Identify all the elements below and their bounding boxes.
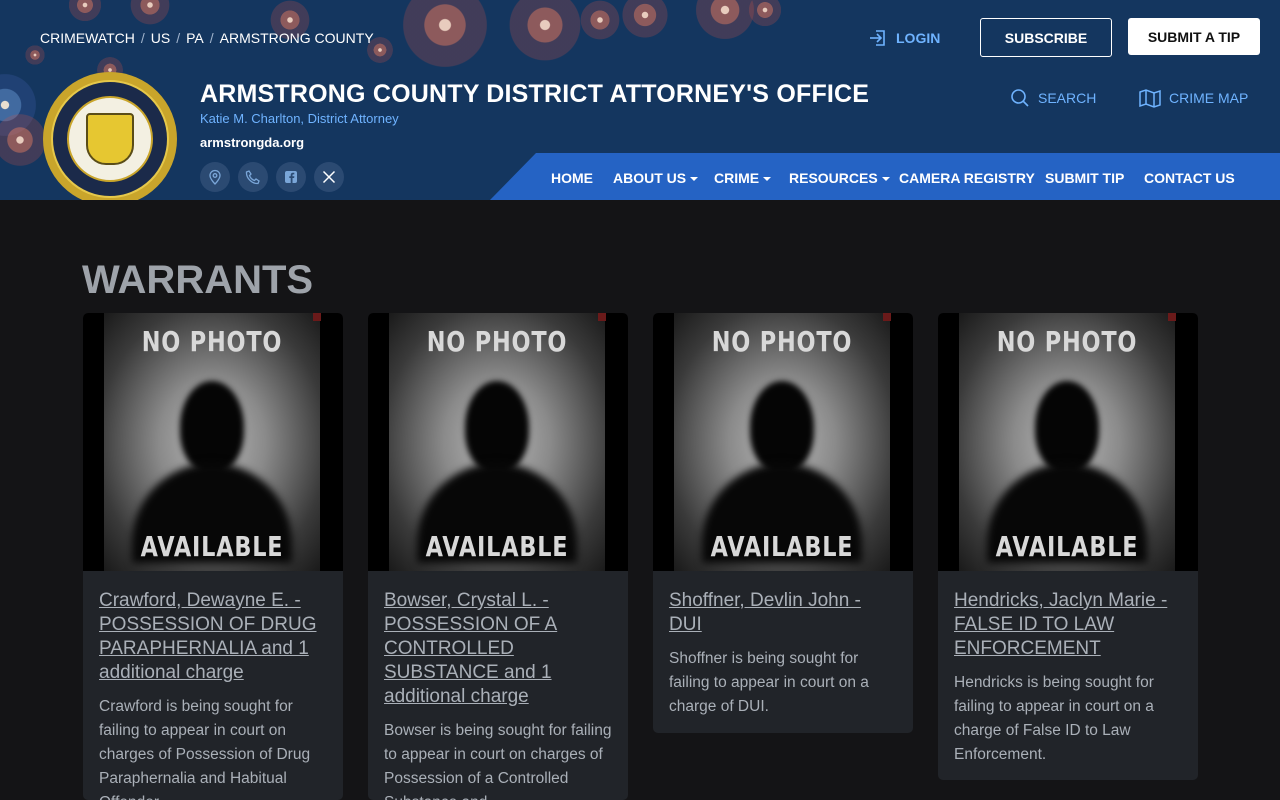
chevron-down-icon — [763, 177, 772, 182]
social-links — [200, 162, 344, 192]
search-label: SEARCH — [1038, 90, 1097, 106]
breadcrumb-separator: / — [140, 30, 145, 46]
login-icon — [870, 30, 885, 46]
warrant-card: NO PHOTO AVAILABLE Shoffner, Devlin John… — [653, 313, 913, 733]
available-text: AVAILABLE — [995, 530, 1139, 563]
close-icon[interactable] — [598, 313, 606, 321]
site-url[interactable]: armstrongda.org — [200, 135, 304, 150]
main-nav: HOME ABOUT US CRIME RESOURCES CAMERA REG… — [490, 153, 1280, 200]
breadcrumb-armstrong-county[interactable]: ARMSTRONG COUNTY — [220, 30, 374, 46]
nav-home[interactable]: HOME — [551, 170, 593, 186]
available-text: AVAILABLE — [140, 530, 284, 563]
page-title: WARRANTS — [82, 258, 314, 302]
site-header: CRIMEWATCH / US / PA / ARMSTRONG COUNTY … — [0, 0, 1280, 200]
nav-camera-registry[interactable]: CAMERA REGISTRY — [899, 170, 1035, 186]
nav-resources[interactable]: RESOURCES — [789, 170, 890, 186]
nav-submit-tip[interactable]: SUBMIT TIP — [1045, 170, 1124, 186]
warrant-title-link[interactable]: Crawford, Dewayne E. - POSSESSION OF DRU… — [99, 589, 327, 685]
close-icon[interactable] — [313, 313, 321, 321]
crime-map-label: CRIME MAP — [1169, 90, 1249, 106]
breadcrumb: CRIMEWATCH / US / PA / ARMSTRONG COUNTY — [40, 30, 374, 46]
warrant-description: Crawford is being sought for failing to … — [99, 698, 311, 800]
warrant-title-link[interactable]: Hendricks, Jaclyn Marie - FALSE ID TO LA… — [954, 589, 1182, 661]
phone-icon[interactable] — [238, 162, 268, 192]
warrant-photo[interactable]: NO PHOTO AVAILABLE — [368, 313, 628, 571]
breadcrumb-us[interactable]: US — [151, 30, 170, 46]
facebook-icon[interactable] — [276, 162, 306, 192]
map-icon — [1139, 89, 1161, 108]
warrant-title-link[interactable]: Bowser, Crystal L. - POSSESSION OF A CON… — [384, 589, 612, 709]
warrant-card: NO PHOTO AVAILABLE Hendricks, Jaclyn Mar… — [938, 313, 1198, 780]
crime-map-link[interactable]: CRIME MAP — [1139, 88, 1248, 108]
warrant-title-link[interactable]: Shoffner, Devlin John - DUI — [669, 589, 897, 637]
available-text: AVAILABLE — [710, 530, 854, 563]
subscribe-button[interactable]: SUBSCRIBE — [980, 18, 1112, 57]
chevron-down-icon — [881, 177, 890, 182]
no-photo-text: NO PHOTO — [711, 325, 853, 358]
no-photo-text: NO PHOTO — [996, 325, 1138, 358]
chevron-down-icon — [690, 177, 699, 182]
warrant-photo[interactable]: NO PHOTO AVAILABLE — [938, 313, 1198, 571]
warrant-description: Bowser is being sought for failing to ap… — [384, 722, 612, 800]
no-photo-text: NO PHOTO — [141, 325, 283, 358]
x-twitter-icon[interactable] — [314, 162, 344, 192]
warrant-card: NO PHOTO AVAILABLE Crawford, Dewayne E. … — [83, 313, 343, 800]
county-seal-logo[interactable] — [43, 72, 177, 200]
warrant-card: NO PHOTO AVAILABLE Bowser, Crystal L. - … — [368, 313, 628, 800]
login-link[interactable]: LOGIN — [868, 28, 940, 48]
nav-about-us[interactable]: ABOUT US — [613, 170, 699, 186]
site-subtitle: Katie M. Charlton, District Attorney — [200, 111, 399, 126]
breadcrumb-pa[interactable]: PA — [186, 30, 204, 46]
breadcrumb-separator: / — [176, 30, 181, 46]
warrant-photo[interactable]: NO PHOTO AVAILABLE — [653, 313, 913, 571]
warrant-photo[interactable]: NO PHOTO AVAILABLE — [83, 313, 343, 571]
warrant-description: Shoffner is being sought for failing to … — [669, 650, 869, 715]
breadcrumb-crimewatch[interactable]: CRIMEWATCH — [40, 30, 135, 46]
close-icon[interactable] — [1168, 313, 1176, 321]
available-text: AVAILABLE — [425, 530, 569, 563]
warrant-description: Hendricks is being sought for failing to… — [954, 674, 1154, 763]
login-label: LOGIN — [896, 30, 941, 46]
nav-contact-us[interactable]: CONTACT US — [1144, 170, 1235, 186]
nav-crime[interactable]: CRIME — [714, 170, 772, 186]
breadcrumb-separator: / — [209, 30, 214, 46]
location-icon[interactable] — [200, 162, 230, 192]
search-link[interactable]: SEARCH — [1010, 88, 1096, 108]
submit-tip-button[interactable]: SUBMIT A TIP — [1128, 18, 1260, 55]
site-title[interactable]: ARMSTRONG COUNTY DISTRICT ATTORNEY'S OFF… — [200, 80, 869, 109]
search-icon — [1011, 89, 1029, 107]
no-photo-text: NO PHOTO — [426, 325, 568, 358]
close-icon[interactable] — [883, 313, 891, 321]
